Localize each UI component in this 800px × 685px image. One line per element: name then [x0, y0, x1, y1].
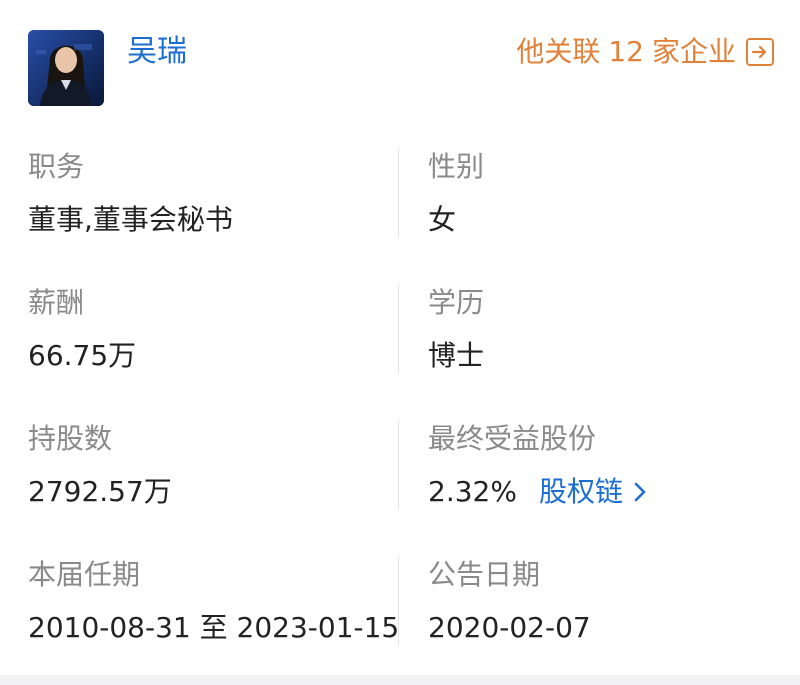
person-photo-icon — [28, 30, 104, 106]
announce-label: 公告日期 — [428, 558, 541, 591]
beneficial-label: 最终受益股份 — [428, 422, 597, 455]
shares-cell: 持股数 2792.57万 — [28, 406, 398, 542]
info-row-4: 本届任期 2010-08-31 至 2023-01-15 公告日期 2020-0… — [0, 542, 800, 678]
term-cell: 本届任期 2010-08-31 至 2023-01-15 — [28, 542, 400, 678]
beneficial-value-wrap: 2.32% 股权链 — [428, 473, 647, 511]
education-value: 博士 — [428, 339, 485, 372]
column-divider — [398, 284, 399, 374]
exit-arrow-icon — [746, 38, 774, 66]
education-cell: 学历 博士 — [428, 270, 778, 406]
position-cell: 职务 董事,董事会秘书 — [28, 134, 398, 270]
profile-header: 吴瑞 他关联 12 家企业 — [0, 0, 800, 120]
related-count: 12 — [608, 35, 644, 68]
column-divider — [398, 148, 399, 238]
beneficial-value: 2.32% — [428, 475, 517, 508]
salary-cell: 薪酬 66.75万 — [28, 270, 398, 406]
announce-cell: 公告日期 2020-02-07 — [428, 542, 778, 678]
beneficial-cell: 最终受益股份 2.32% 股权链 — [428, 406, 778, 542]
column-divider — [398, 420, 399, 510]
info-row-2: 薪酬 66.75万 学历 博士 — [0, 270, 800, 406]
info-row-3: 持股数 2792.57万 最终受益股份 2.32% 股权链 — [0, 406, 800, 542]
avatar[interactable] — [28, 30, 104, 106]
info-row-1: 职务 董事,董事会秘书 性别 女 — [0, 134, 800, 270]
gender-cell: 性别 女 — [428, 134, 778, 270]
term-value: 2010-08-31 至 2023-01-15 — [28, 611, 400, 644]
person-name[interactable]: 吴瑞 — [127, 32, 187, 72]
salary-label: 薪酬 — [28, 286, 85, 319]
bottom-separator — [0, 675, 800, 685]
term-label: 本届任期 — [28, 558, 141, 591]
info-grid: 职务 董事,董事会秘书 性别 女 薪酬 66.75万 学历 博士 持股数 279… — [0, 134, 800, 678]
equity-chain-label: 股权链 — [538, 475, 623, 508]
shares-label: 持股数 — [28, 422, 113, 455]
announce-value: 2020-02-07 — [428, 611, 591, 644]
related-suffix: 家企业 — [651, 35, 736, 68]
related-companies-link[interactable]: 他关联 12 家企业 — [516, 32, 774, 72]
gender-label: 性别 — [428, 150, 485, 183]
education-label: 学历 — [428, 286, 485, 319]
salary-value: 66.75万 — [28, 339, 137, 372]
gender-value: 女 — [428, 203, 457, 236]
position-label: 职务 — [28, 150, 85, 183]
equity-chain-link[interactable]: 股权链 — [539, 473, 647, 511]
shares-value: 2792.57万 — [28, 475, 172, 508]
position-value: 董事,董事会秘书 — [28, 203, 233, 236]
column-divider — [398, 556, 399, 646]
chevron-right-icon — [633, 481, 647, 503]
related-prefix: 他关联 — [516, 35, 601, 68]
